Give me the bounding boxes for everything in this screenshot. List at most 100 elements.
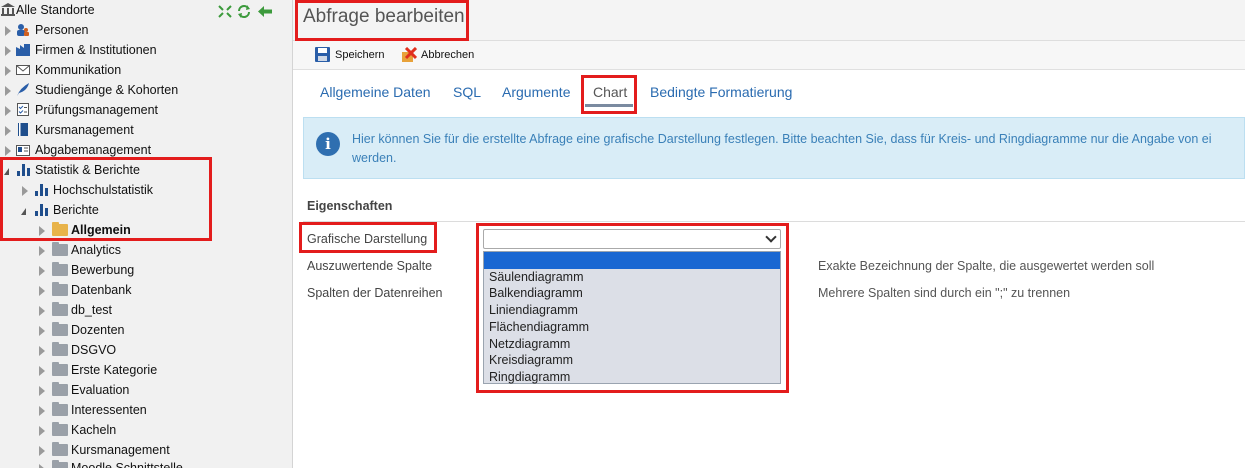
folder-icon: [52, 282, 68, 296]
folder-icon: [52, 302, 68, 316]
sidebar-item-label: Moodle Schnittstelle: [71, 461, 183, 468]
save-label: Speichern: [335, 49, 385, 61]
floppy-disk-icon: [315, 47, 330, 62]
cancel-label: Abbrechen: [421, 49, 475, 61]
highlight-frame: [299, 222, 437, 253]
folder-icon: [52, 382, 68, 396]
sidebar-item-personen[interactable]: Personen: [0, 20, 292, 40]
book-icon: [18, 123, 28, 136]
info-alert: i Hier können Sie für die erstellte Abfr…: [303, 117, 1245, 179]
checklist-icon: [17, 103, 29, 116]
info-text-line: werden.: [352, 151, 397, 165]
refresh-icon[interactable]: [237, 5, 251, 18]
sidebar-item-label: Prüfungsmanagement: [35, 103, 158, 117]
expand-icon[interactable]: [39, 266, 45, 276]
id-card-icon: [16, 145, 30, 156]
persons-icon: [17, 24, 29, 36]
expand-icon[interactable]: [39, 464, 45, 468]
cancel-button[interactable]: Abbrechen: [401, 47, 474, 63]
factory-icon: [16, 44, 30, 56]
highlight-frame: [476, 223, 789, 393]
info-text-line: Hier können Sie für die erstellte Abfrag…: [352, 132, 1212, 146]
expand-icon[interactable]: [5, 146, 11, 156]
tab-allgemeine-daten[interactable]: Allgemeine Daten: [320, 84, 431, 100]
sidebar-item-pruefungsmanagement[interactable]: Prüfungsmanagement: [0, 100, 292, 120]
collapse-all-icon[interactable]: [218, 5, 232, 18]
sidebar-item-label: Kursmanagement: [35, 123, 134, 137]
expand-icon[interactable]: [39, 426, 45, 436]
tab-argumente[interactable]: Argumente: [502, 84, 570, 100]
sidebar-item-label: Interessenten: [71, 403, 147, 417]
folder-icon: [52, 402, 68, 416]
highlight-frame: [581, 75, 637, 114]
series-label: Spalten der Datenreihen: [307, 286, 443, 300]
back-arrow-icon[interactable]: [258, 6, 272, 17]
column-label: Auszuwertende Spalte: [307, 259, 433, 273]
folder-icon: [52, 322, 68, 336]
section-heading: Eigenschaften: [307, 199, 393, 213]
section-divider: [303, 221, 1245, 222]
sidebar-item-erste-kategorie[interactable]: Erste Kategorie: [0, 360, 292, 380]
sidebar-item-label: Kursmanagement: [71, 443, 170, 457]
highlight-frame: [295, 0, 469, 41]
sidebar-item-label: Studiengänge & Kohorten: [35, 83, 179, 97]
expand-icon[interactable]: [39, 286, 45, 296]
folder-icon: [52, 342, 68, 356]
navigation-sidebar: Alle Standorte Personen Firmen & Institu…: [0, 0, 293, 468]
folder-icon: [52, 460, 68, 468]
sidebar-item-label: db_test: [71, 303, 113, 317]
folder-icon: [52, 262, 68, 276]
folder-icon: [52, 362, 68, 376]
sidebar-item-label: Kommunikation: [35, 63, 122, 77]
expand-icon[interactable]: [5, 106, 11, 116]
series-hint: Mehrere Spalten sind durch ein ";" zu tr…: [818, 286, 1071, 300]
expand-icon[interactable]: [39, 326, 45, 336]
expand-icon[interactable]: [5, 86, 11, 96]
expand-icon[interactable]: [5, 46, 11, 56]
sidebar-item-label: Bewerbung: [71, 263, 135, 277]
sidebar-item-moodle[interactable]: Moodle Schnittstelle: [0, 458, 292, 468]
sidebar-item-dsgvo[interactable]: DSGVO: [0, 340, 292, 360]
sidebar-item-datenbank[interactable]: Datenbank: [0, 280, 292, 300]
expand-icon[interactable]: [39, 366, 45, 376]
folder-icon: [52, 422, 68, 436]
sidebar-item-bewerbung[interactable]: Bewerbung: [0, 260, 292, 280]
quill-icon: [17, 83, 29, 96]
sidebar-item-label: Evaluation: [71, 383, 130, 397]
info-icon: i: [316, 132, 340, 156]
sidebar-item-label: Erste Kategorie: [71, 363, 158, 377]
building-icon: [1, 3, 15, 16]
tab-bedingte-formatierung[interactable]: Bedingte Formatierung: [650, 84, 792, 100]
sidebar-item-label: Personen: [35, 23, 89, 37]
expand-icon[interactable]: [5, 126, 11, 136]
sidebar-root-label: Alle Standorte: [16, 3, 95, 17]
info-text: Hier können Sie für die erstellte Abfrag…: [352, 130, 1245, 168]
sidebar-item-kursmanagement[interactable]: Kursmanagement: [0, 120, 292, 140]
sidebar-item-interessenten[interactable]: Interessenten: [0, 400, 292, 420]
tab-sql[interactable]: SQL: [453, 84, 481, 100]
sidebar-item-db-test[interactable]: db_test: [0, 300, 292, 320]
sidebar-item-analytics[interactable]: Analytics: [0, 240, 292, 260]
sidebar-item-dozenten[interactable]: Dozenten: [0, 320, 292, 340]
expand-icon[interactable]: [39, 306, 45, 316]
sidebar-item-firmen[interactable]: Firmen & Institutionen: [0, 40, 292, 60]
save-button[interactable]: Speichern: [315, 47, 385, 63]
expand-icon[interactable]: [39, 386, 45, 396]
sidebar-item-evaluation[interactable]: Evaluation: [0, 380, 292, 400]
highlight-frame: [0, 157, 212, 241]
sidebar-item-kommunikation[interactable]: Kommunikation: [0, 60, 292, 80]
expand-icon[interactable]: [39, 446, 45, 456]
column-hint: Exakte Bezeichnung der Spalte, die ausge…: [818, 259, 1155, 273]
expand-icon[interactable]: [39, 246, 45, 256]
cancel-icon: [402, 47, 417, 62]
sidebar-item-label: Kacheln: [71, 423, 117, 437]
folder-icon: [52, 442, 68, 456]
sidebar-item-kursmanagement-folder[interactable]: Kursmanagement: [0, 440, 292, 460]
expand-icon[interactable]: [39, 346, 45, 356]
sidebar-item-kacheln[interactable]: Kacheln: [0, 420, 292, 440]
expand-icon[interactable]: [5, 26, 11, 36]
sidebar-item-label: Firmen & Institutionen: [35, 43, 157, 57]
expand-icon[interactable]: [5, 66, 11, 76]
expand-icon[interactable]: [39, 406, 45, 416]
sidebar-item-studiengaenge[interactable]: Studiengänge & Kohorten: [0, 80, 292, 100]
